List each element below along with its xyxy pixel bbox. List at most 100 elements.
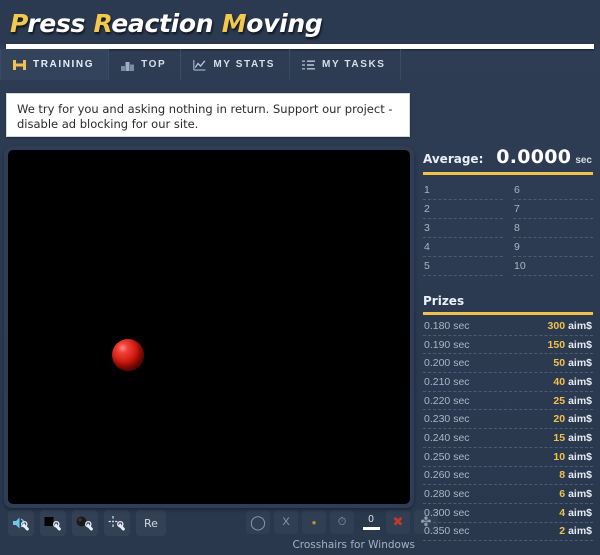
- tab-training[interactable]: TRAINING: [0, 49, 110, 80]
- prize-currency: aim$: [568, 413, 592, 426]
- prize-time: 0.220 sec: [424, 394, 470, 407]
- prize-amount: 150: [547, 338, 566, 351]
- score-slot: 6: [513, 181, 593, 200]
- prize-currency: aim$: [568, 338, 592, 351]
- mute-toggle-button[interactable]: ✖: [386, 510, 410, 534]
- background-settings-button[interactable]: [40, 510, 66, 536]
- adblock-notice-text: We try for you and asking nothing in ret…: [17, 102, 393, 131]
- tab-top[interactable]: TOP: [109, 49, 182, 80]
- prize-amount: 6: [559, 488, 566, 501]
- crossed-out-icon: ✖: [392, 514, 404, 529]
- dot-icon: •: [311, 514, 317, 530]
- stopwatch-button[interactable]: ⏱: [330, 510, 354, 534]
- prize-currency: aim$: [568, 469, 592, 482]
- prize-time: 0.210 sec: [424, 375, 470, 388]
- prize-time: 0.250 sec: [424, 450, 470, 463]
- tab-my-tasks[interactable]: MY TASKS: [290, 49, 401, 80]
- credit-label: Crosshairs for Windows: [0, 539, 415, 551]
- credit-text: Crosshairs for Windows: [292, 539, 415, 551]
- circle-shape-button[interactable]: ◯: [246, 510, 270, 534]
- score-index: 2: [424, 203, 430, 215]
- prize-time: 0.230 sec: [424, 413, 470, 426]
- x-shape-button[interactable]: X: [274, 510, 298, 534]
- average-divider: [423, 172, 593, 175]
- square-wrench-icon: [44, 515, 63, 532]
- prize-amount: 50: [553, 357, 566, 370]
- average-label: Average:: [423, 152, 484, 166]
- sound-settings-button[interactable]: [8, 510, 34, 536]
- score-index: 1: [424, 184, 430, 196]
- crosshair-settings-button[interactable]: [104, 510, 130, 536]
- prize-currency: aim$: [568, 319, 592, 332]
- prize-currency: aim$: [568, 375, 592, 388]
- circle-icon: ◯: [250, 513, 266, 530]
- dot-shape-button[interactable]: •: [302, 510, 326, 534]
- counter-underline: [362, 526, 380, 530]
- x-icon: X: [282, 516, 290, 528]
- tab-label: TOP: [141, 59, 167, 70]
- prize-amount: 300: [547, 319, 566, 332]
- score-slot: 1: [423, 181, 503, 200]
- score-slot: 2: [423, 200, 503, 219]
- score-list: 1 6 2 7 3 8 4 9 5 10: [423, 181, 593, 276]
- prize-row: 0.300 sec 4 aim$: [423, 504, 593, 523]
- score-index: 8: [514, 222, 520, 234]
- target-settings-button[interactable]: [72, 510, 98, 536]
- score-index: 10: [514, 260, 526, 272]
- adblock-notice: We try for you and asking nothing in ret…: [6, 93, 410, 137]
- game-field[interactable]: [8, 150, 410, 504]
- prize-row: 0.280 sec 6 aim$: [423, 485, 593, 504]
- prize-currency: aim$: [568, 431, 592, 444]
- score-index: 4: [424, 241, 430, 253]
- prize-time: 0.350 sec: [424, 525, 470, 538]
- prize-time: 0.260 sec: [424, 469, 470, 482]
- tab-my-stats[interactable]: MY STATS: [181, 49, 291, 80]
- prizes-list: 0.180 sec 300 aim$ 0.190 sec 150 aim$ 0.200 se…: [420, 317, 593, 542]
- prize-row: 0.180 sec 300 aim$: [423, 317, 593, 336]
- prize-row: 0.350 sec 2 aim$: [423, 523, 593, 542]
- prize-row: 0.210 sec 40 aim$: [423, 373, 593, 392]
- prize-amount: 15: [553, 431, 566, 444]
- prize-amount: 10: [553, 450, 566, 463]
- red-ball-target[interactable]: [111, 339, 144, 372]
- hit-counter-value: 0: [368, 513, 374, 525]
- prize-time: 0.180 sec: [424, 319, 470, 332]
- prize-row: 0.240 sec 15 aim$: [423, 429, 593, 448]
- line-chart-icon: [193, 59, 206, 71]
- score-slot: 8: [513, 219, 593, 238]
- game-area-frame: [4, 146, 414, 508]
- page-title: Press Reaction Moving: [10, 9, 323, 38]
- reset-button[interactable]: Re: [136, 510, 166, 536]
- prize-time: 0.280 sec: [424, 488, 470, 501]
- prize-row: 0.220 sec 25 aim$: [423, 392, 593, 411]
- crosshair-wrench-icon: [108, 515, 127, 532]
- prize-currency: aim$: [568, 506, 592, 519]
- prize-row: 0.260 sec 8 aim$: [423, 467, 593, 486]
- sphere-wrench-icon: [76, 515, 95, 532]
- tab-label: TRAINING: [33, 59, 95, 70]
- score-slot: 4: [423, 238, 503, 257]
- score-index: 3: [424, 222, 430, 234]
- score-slot: 3: [423, 219, 503, 238]
- reset-button-label: Re: [144, 516, 158, 530]
- prize-amount: 20: [553, 413, 566, 426]
- prize-currency: aim$: [568, 450, 592, 463]
- prizes-divider: [423, 312, 593, 315]
- stopwatch-icon: ⏱: [337, 515, 347, 528]
- score-slot: 10: [513, 257, 593, 276]
- prize-currency: aim$: [568, 357, 592, 370]
- prize-row: 0.250 sec 10 aim$: [423, 448, 593, 467]
- prizes-title: Prizes: [423, 294, 465, 308]
- prize-currency: aim$: [568, 525, 592, 538]
- crosshair-toolbar: ◯ X • ⏱ 0 ✖ ✤: [246, 510, 431, 540]
- prize-row: 0.200 sec 50 aim$: [423, 354, 593, 374]
- stats-panel: Average: 0.0000 sec 1 6 2 7 3 8 4 9 5 10 Prizes 0…: [420, 146, 593, 542]
- prize-amount: 25: [553, 394, 566, 407]
- prize-currency: aim$: [568, 394, 592, 407]
- score-index: 9: [514, 241, 520, 253]
- dumbbell-icon: [13, 59, 26, 71]
- hit-counter[interactable]: 0: [358, 510, 384, 534]
- tab-bar: TRAINING TOP MY STATS MY TASKS: [0, 49, 600, 80]
- tab-label: MY TASKS: [322, 59, 386, 70]
- speaker-wrench-icon: [12, 515, 31, 532]
